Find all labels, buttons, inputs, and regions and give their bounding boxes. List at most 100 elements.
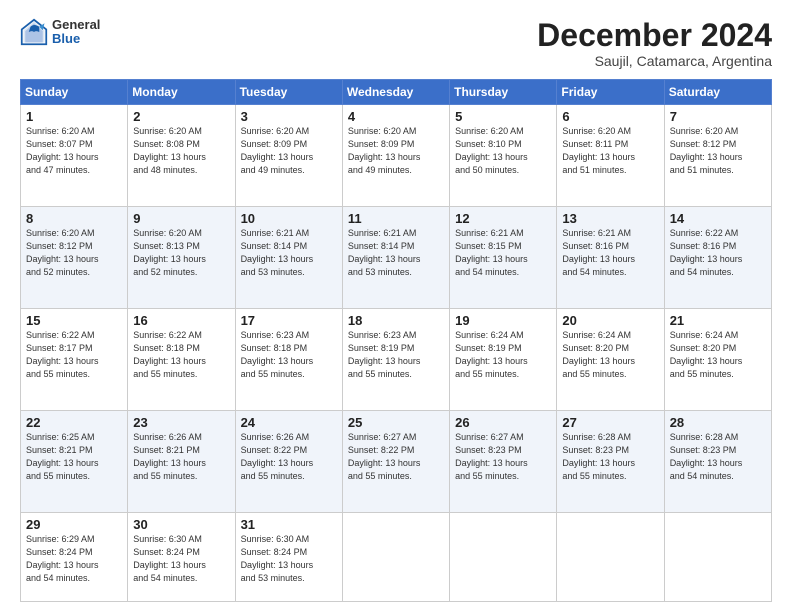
calendar-cell: 21Sunrise: 6:24 AMSunset: 8:20 PMDayligh… [664, 308, 771, 410]
cell-daylight-info: Sunrise: 6:20 AMSunset: 8:09 PMDaylight:… [241, 125, 337, 177]
day-number: 21 [670, 313, 766, 328]
calendar-cell: 28Sunrise: 6:28 AMSunset: 8:23 PMDayligh… [664, 410, 771, 512]
cell-daylight-info: Sunrise: 6:23 AMSunset: 8:19 PMDaylight:… [348, 329, 444, 381]
calendar-cell: 8Sunrise: 6:20 AMSunset: 8:12 PMDaylight… [21, 207, 128, 309]
cell-daylight-info: Sunrise: 6:22 AMSunset: 8:16 PMDaylight:… [670, 227, 766, 279]
calendar-cell: 14Sunrise: 6:22 AMSunset: 8:16 PMDayligh… [664, 207, 771, 309]
calendar-cell [664, 512, 771, 601]
calendar-cell: 16Sunrise: 6:22 AMSunset: 8:18 PMDayligh… [128, 308, 235, 410]
cell-daylight-info: Sunrise: 6:22 AMSunset: 8:18 PMDaylight:… [133, 329, 229, 381]
cell-daylight-info: Sunrise: 6:24 AMSunset: 8:19 PMDaylight:… [455, 329, 551, 381]
calendar-cell [557, 512, 664, 601]
cell-daylight-info: Sunrise: 6:28 AMSunset: 8:23 PMDaylight:… [670, 431, 766, 483]
day-number: 10 [241, 211, 337, 226]
location-subtitle: Saujil, Catamarca, Argentina [537, 53, 772, 69]
cell-daylight-info: Sunrise: 6:23 AMSunset: 8:18 PMDaylight:… [241, 329, 337, 381]
calendar-cell [342, 512, 449, 601]
cell-daylight-info: Sunrise: 6:28 AMSunset: 8:23 PMDaylight:… [562, 431, 658, 483]
logo-blue-text: Blue [52, 32, 100, 46]
cell-daylight-info: Sunrise: 6:26 AMSunset: 8:21 PMDaylight:… [133, 431, 229, 483]
calendar-cell [450, 512, 557, 601]
day-number: 8 [26, 211, 122, 226]
cell-daylight-info: Sunrise: 6:20 AMSunset: 8:11 PMDaylight:… [562, 125, 658, 177]
calendar-cell: 17Sunrise: 6:23 AMSunset: 8:18 PMDayligh… [235, 308, 342, 410]
calendar-cell: 4Sunrise: 6:20 AMSunset: 8:09 PMDaylight… [342, 105, 449, 207]
day-number: 13 [562, 211, 658, 226]
day-of-week-header: Saturday [664, 80, 771, 105]
page: General Blue December 2024 Saujil, Catam… [0, 0, 792, 612]
day-number: 27 [562, 415, 658, 430]
day-number: 12 [455, 211, 551, 226]
calendar-week-row: 8Sunrise: 6:20 AMSunset: 8:12 PMDaylight… [21, 207, 772, 309]
calendar-cell: 13Sunrise: 6:21 AMSunset: 8:16 PMDayligh… [557, 207, 664, 309]
day-number: 6 [562, 109, 658, 124]
day-number: 4 [348, 109, 444, 124]
cell-daylight-info: Sunrise: 6:24 AMSunset: 8:20 PMDaylight:… [670, 329, 766, 381]
day-number: 22 [26, 415, 122, 430]
cell-daylight-info: Sunrise: 6:20 AMSunset: 8:13 PMDaylight:… [133, 227, 229, 279]
day-number: 19 [455, 313, 551, 328]
day-number: 24 [241, 415, 337, 430]
cell-daylight-info: Sunrise: 6:21 AMSunset: 8:14 PMDaylight:… [241, 227, 337, 279]
logo-general-text: General [52, 18, 100, 32]
day-number: 25 [348, 415, 444, 430]
cell-daylight-info: Sunrise: 6:20 AMSunset: 8:09 PMDaylight:… [348, 125, 444, 177]
day-number: 23 [133, 415, 229, 430]
calendar-cell: 27Sunrise: 6:28 AMSunset: 8:23 PMDayligh… [557, 410, 664, 512]
logo: General Blue [20, 18, 100, 47]
day-number: 31 [241, 517, 337, 532]
calendar-cell: 23Sunrise: 6:26 AMSunset: 8:21 PMDayligh… [128, 410, 235, 512]
day-number: 17 [241, 313, 337, 328]
header: General Blue December 2024 Saujil, Catam… [20, 18, 772, 69]
day-number: 30 [133, 517, 229, 532]
cell-daylight-info: Sunrise: 6:20 AMSunset: 8:07 PMDaylight:… [26, 125, 122, 177]
cell-daylight-info: Sunrise: 6:26 AMSunset: 8:22 PMDaylight:… [241, 431, 337, 483]
cell-daylight-info: Sunrise: 6:20 AMSunset: 8:12 PMDaylight:… [670, 125, 766, 177]
calendar-week-row: 29Sunrise: 6:29 AMSunset: 8:24 PMDayligh… [21, 512, 772, 601]
day-number: 2 [133, 109, 229, 124]
calendar-cell: 2Sunrise: 6:20 AMSunset: 8:08 PMDaylight… [128, 105, 235, 207]
calendar-cell: 30Sunrise: 6:30 AMSunset: 8:24 PMDayligh… [128, 512, 235, 601]
day-number: 1 [26, 109, 122, 124]
day-of-week-header: Monday [128, 80, 235, 105]
calendar-cell: 22Sunrise: 6:25 AMSunset: 8:21 PMDayligh… [21, 410, 128, 512]
day-number: 5 [455, 109, 551, 124]
cell-daylight-info: Sunrise: 6:27 AMSunset: 8:23 PMDaylight:… [455, 431, 551, 483]
calendar-cell: 7Sunrise: 6:20 AMSunset: 8:12 PMDaylight… [664, 105, 771, 207]
title-block: December 2024 Saujil, Catamarca, Argenti… [537, 18, 772, 69]
calendar-cell: 26Sunrise: 6:27 AMSunset: 8:23 PMDayligh… [450, 410, 557, 512]
calendar-cell: 12Sunrise: 6:21 AMSunset: 8:15 PMDayligh… [450, 207, 557, 309]
calendar-cell: 11Sunrise: 6:21 AMSunset: 8:14 PMDayligh… [342, 207, 449, 309]
cell-daylight-info: Sunrise: 6:24 AMSunset: 8:20 PMDaylight:… [562, 329, 658, 381]
calendar-cell: 3Sunrise: 6:20 AMSunset: 8:09 PMDaylight… [235, 105, 342, 207]
day-of-week-header: Sunday [21, 80, 128, 105]
day-number: 16 [133, 313, 229, 328]
day-number: 14 [670, 211, 766, 226]
day-number: 20 [562, 313, 658, 328]
calendar-cell: 29Sunrise: 6:29 AMSunset: 8:24 PMDayligh… [21, 512, 128, 601]
calendar-cell: 24Sunrise: 6:26 AMSunset: 8:22 PMDayligh… [235, 410, 342, 512]
day-number: 28 [670, 415, 766, 430]
calendar-cell: 5Sunrise: 6:20 AMSunset: 8:10 PMDaylight… [450, 105, 557, 207]
cell-daylight-info: Sunrise: 6:20 AMSunset: 8:12 PMDaylight:… [26, 227, 122, 279]
calendar-cell: 10Sunrise: 6:21 AMSunset: 8:14 PMDayligh… [235, 207, 342, 309]
day-number: 9 [133, 211, 229, 226]
calendar-cell: 25Sunrise: 6:27 AMSunset: 8:22 PMDayligh… [342, 410, 449, 512]
day-number: 7 [670, 109, 766, 124]
calendar-week-row: 1Sunrise: 6:20 AMSunset: 8:07 PMDaylight… [21, 105, 772, 207]
day-of-week-header: Friday [557, 80, 664, 105]
calendar-cell: 20Sunrise: 6:24 AMSunset: 8:20 PMDayligh… [557, 308, 664, 410]
cell-daylight-info: Sunrise: 6:21 AMSunset: 8:16 PMDaylight:… [562, 227, 658, 279]
day-number: 26 [455, 415, 551, 430]
calendar-cell: 1Sunrise: 6:20 AMSunset: 8:07 PMDaylight… [21, 105, 128, 207]
day-number: 11 [348, 211, 444, 226]
calendar-cell: 18Sunrise: 6:23 AMSunset: 8:19 PMDayligh… [342, 308, 449, 410]
cell-daylight-info: Sunrise: 6:22 AMSunset: 8:17 PMDaylight:… [26, 329, 122, 381]
calendar-cell: 31Sunrise: 6:30 AMSunset: 8:24 PMDayligh… [235, 512, 342, 601]
day-number: 3 [241, 109, 337, 124]
cell-daylight-info: Sunrise: 6:27 AMSunset: 8:22 PMDaylight:… [348, 431, 444, 483]
calendar-header-row: SundayMondayTuesdayWednesdayThursdayFrid… [21, 80, 772, 105]
day-number: 18 [348, 313, 444, 328]
cell-daylight-info: Sunrise: 6:20 AMSunset: 8:10 PMDaylight:… [455, 125, 551, 177]
cell-daylight-info: Sunrise: 6:29 AMSunset: 8:24 PMDaylight:… [26, 533, 122, 585]
